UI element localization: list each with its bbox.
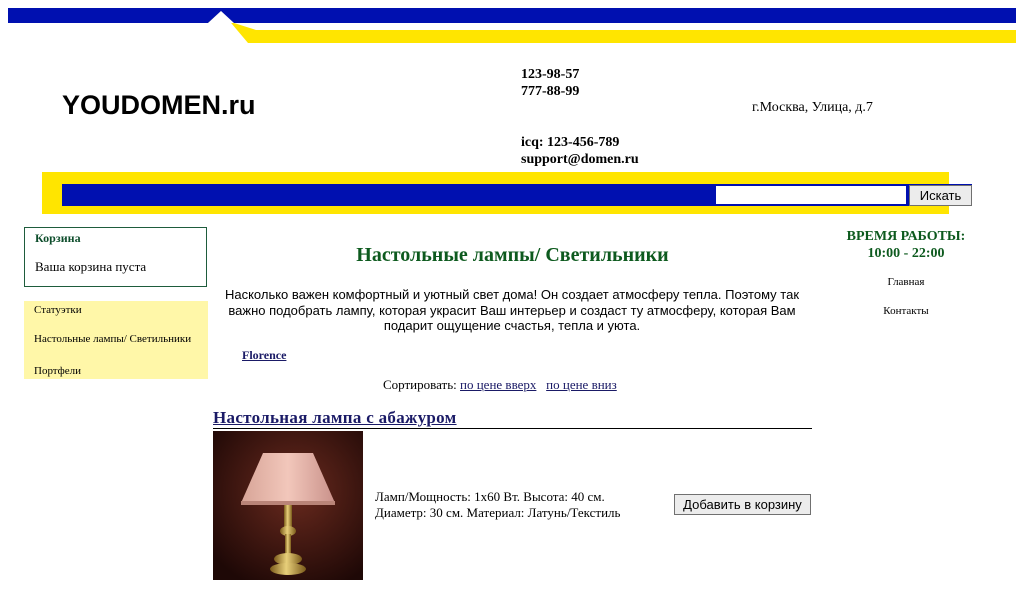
- working-hours-time: 10:00 - 22:00: [867, 246, 945, 261]
- nav-link-contacts[interactable]: Контакты: [845, 305, 967, 317]
- brand-link[interactable]: Florence: [242, 348, 286, 363]
- sort-label: Сортировать:: [383, 377, 457, 392]
- icq-contact: icq: 123-456-789: [521, 135, 620, 150]
- add-to-cart-button[interactable]: Добавить в корзину: [674, 494, 811, 515]
- category-menu: Статуэтки Настольные лампы/ Светильники …: [24, 301, 208, 379]
- site-logo[interactable]: YOUDOMEN.ru: [62, 90, 256, 121]
- search-button[interactable]: Искать: [909, 185, 972, 206]
- phone-1: 123-98-57: [521, 67, 580, 82]
- category-item-lamps[interactable]: Настольные лампы/ Светильники: [34, 333, 191, 345]
- search-input[interactable]: [716, 186, 906, 204]
- product-desc-line-2: Диаметр: 30 см. Материал: Латунь/Текстил…: [375, 505, 621, 520]
- phone-2: 777-88-99: [521, 84, 580, 99]
- sort-price-desc-link[interactable]: по цене вниз: [546, 377, 617, 392]
- page-title: Настольные лампы/ Светильники: [356, 244, 669, 266]
- category-item-briefcases[interactable]: Портфели: [34, 365, 81, 377]
- lamp-image: [213, 431, 363, 580]
- nav-link-home[interactable]: Главная: [845, 276, 967, 288]
- cart-box: Корзина Ваша корзина пуста: [24, 227, 207, 287]
- working-hours: ВРЕМЯ РАБОТЫ: 10:00 - 22:00: [845, 228, 967, 262]
- product-divider: [213, 428, 812, 429]
- category-item-figurines[interactable]: Статуэтки: [34, 304, 82, 316]
- address-text: г.Москва, Улица, д.7: [752, 100, 873, 115]
- support-email: support@domen.ru: [521, 152, 639, 167]
- sort-price-asc-link[interactable]: по цене вверх: [460, 377, 536, 392]
- product-desc-line-1: Ламп/Мощность: 1x60 Вт. Высота: 40 см.: [375, 489, 605, 504]
- product-image[interactable]: [213, 431, 363, 580]
- intro-text: Насколько важен комфортный и уютный свет…: [224, 287, 800, 333]
- product-title-link[interactable]: Настольная лампа с абажуром: [213, 408, 457, 428]
- working-hours-title: ВРЕМЯ РАБОТЫ:: [846, 229, 966, 244]
- sort-bar: Сортировать: по цене вверх по цене вниз: [383, 377, 617, 393]
- cart-title: Корзина: [35, 231, 81, 245]
- cart-empty-text: Ваша корзина пуста: [35, 259, 147, 274]
- product-description: Ламп/Мощность: 1x60 Вт. Высота: 40 см. Д…: [375, 489, 620, 521]
- nav-bar-menu-area: [62, 184, 714, 206]
- top-banner-stripe: [8, 8, 1016, 43]
